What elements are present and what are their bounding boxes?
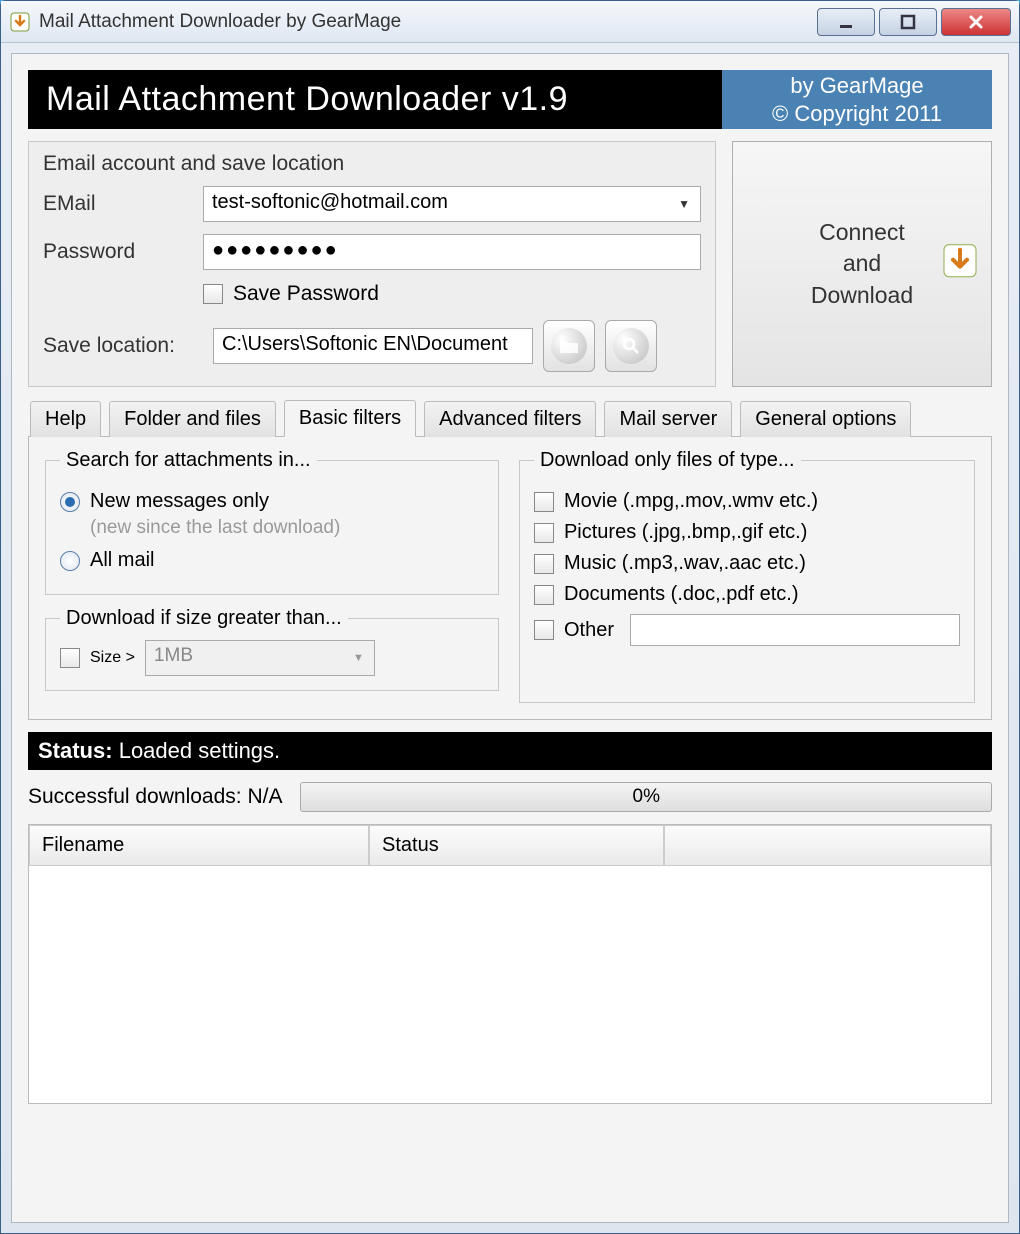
save-location-input[interactable]: C:\Users\Softonic EN\Document [213,328,533,364]
downloads-value: N/A [247,785,282,808]
col-filename[interactable]: Filename [29,825,369,866]
open-location-button[interactable] [605,320,657,372]
copyright: © Copyright 2011 [772,100,942,128]
radio-new-messages[interactable] [60,492,80,512]
downloads-table: Filename Status [28,824,992,1104]
tab-mail-server[interactable]: Mail server [604,401,732,437]
status-bar: Status: Loaded settings. [28,732,992,770]
type-other-input[interactable] [630,614,960,646]
downloads-label: Successful downloads: [28,785,242,808]
progress-text: 0% [633,786,660,808]
tab-strip: Help Folder and files Basic filters Adva… [28,399,992,437]
folder-icon [551,328,587,364]
file-types-legend: Download only files of type... [534,449,801,472]
status-label: Status [38,738,105,763]
type-movie-label: Movie (.mpg,.mov,.wmv etc.) [564,490,818,513]
col-status[interactable]: Status [369,825,664,866]
type-music-label: Music (.mp3,.wav,.aac etc.) [564,552,806,575]
size-select[interactable]: 1MB [145,640,375,676]
maximize-button[interactable] [879,8,937,36]
type-other-label: Other [564,619,614,642]
search-icon [613,328,649,364]
tab-advanced-filters[interactable]: Advanced filters [424,401,596,437]
search-in-legend: Search for attachments in... [60,449,317,472]
window-controls [817,8,1011,36]
account-group: Email account and save location EMail te… [28,141,716,387]
app-window: Mail Attachment Downloader by GearMage M… [0,0,1020,1234]
type-pictures-checkbox[interactable] [534,523,554,543]
size-filter-group: Download if size greater than... Size > … [45,607,499,691]
connect-line2: and [843,250,881,278]
size-checkbox-label: Size > [90,649,135,667]
tab-general-options[interactable]: General options [740,401,911,437]
type-music-checkbox[interactable] [534,554,554,574]
download-icon [943,244,977,285]
type-pictures-label: Pictures (.jpg,.bmp,.gif etc.) [564,521,807,544]
status-text: Loaded settings. [119,738,280,763]
app-icon [9,11,31,33]
client-area: Mail Attachment Downloader v1.9 by GearM… [11,53,1009,1223]
password-label: Password [43,240,203,264]
browse-folder-button[interactable] [543,320,595,372]
header-banner: Mail Attachment Downloader v1.9 by GearM… [28,70,992,129]
tab-folder-files[interactable]: Folder and files [109,401,276,437]
account-group-title: Email account and save location [43,152,701,176]
col-extra[interactable] [664,825,991,866]
save-password-label: Save Password [233,282,379,306]
connect-download-button[interactable]: Connect and Download [732,141,992,387]
type-docs-label: Documents (.doc,.pdf etc.) [564,583,799,606]
save-password-checkbox[interactable] [203,284,223,304]
app-title: Mail Attachment Downloader v1.9 [28,70,722,129]
progress-bar: 0% [300,782,992,812]
connect-line1: Connect [819,219,905,247]
email-label: EMail [43,192,203,216]
tab-basic-filters[interactable]: Basic filters [284,400,416,437]
radio-all-mail[interactable] [60,551,80,571]
email-combobox[interactable]: test-softonic@hotmail.com [203,186,701,222]
size-filter-legend: Download if size greater than... [60,607,348,630]
table-header: Filename Status [29,825,991,866]
type-other-checkbox[interactable] [534,620,554,640]
basic-filters-panel: Search for attachments in... New message… [28,437,992,720]
size-checkbox[interactable] [60,648,80,668]
save-location-label: Save location: [43,334,203,358]
close-button[interactable] [941,8,1011,36]
tab-help[interactable]: Help [30,401,101,437]
downloads-row: Successful downloads: N/A 0% [28,782,992,812]
vendor-badge: by GearMage © Copyright 2011 [722,70,992,129]
window-title: Mail Attachment Downloader by GearMage [39,11,817,33]
search-in-group: Search for attachments in... New message… [45,449,499,595]
file-types-group: Download only files of type... Movie (.m… [519,449,975,703]
minimize-button[interactable] [817,8,875,36]
radio-new-label: New messages only [90,490,269,513]
connect-line3: Download [811,282,913,310]
type-movie-checkbox[interactable] [534,492,554,512]
type-docs-checkbox[interactable] [534,585,554,605]
titlebar[interactable]: Mail Attachment Downloader by GearMage [1,1,1019,43]
radio-all-label: All mail [90,549,154,572]
vendor-name: by GearMage [790,72,923,100]
radio-new-hint: (new since the last download) [90,517,484,539]
password-input[interactable]: ●●●●●●●●● [203,234,701,270]
